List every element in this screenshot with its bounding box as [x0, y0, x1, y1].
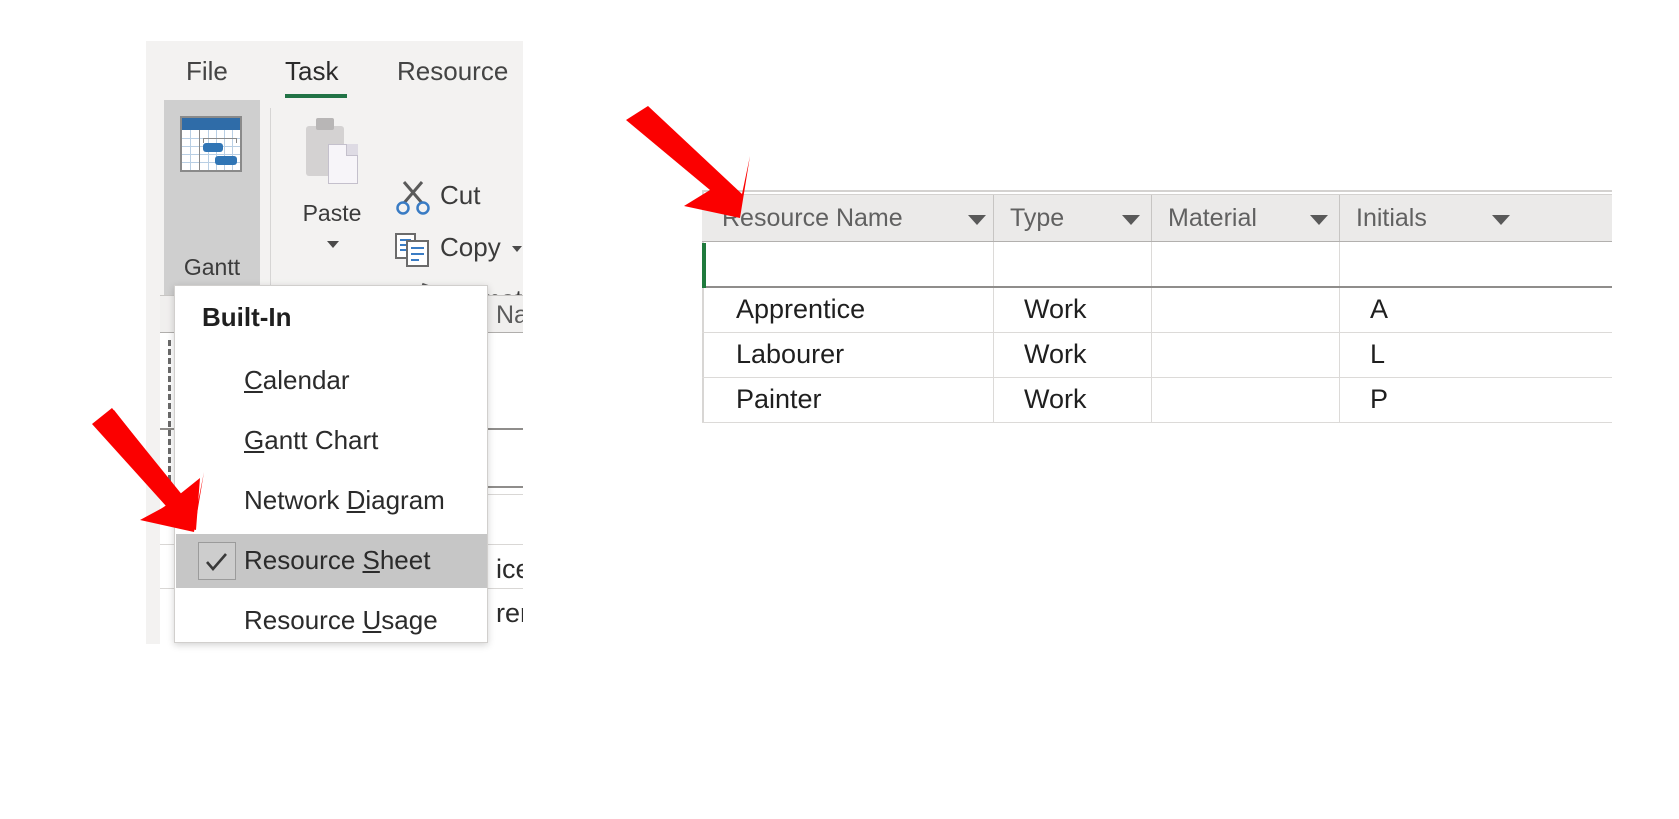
menu-item-label: Resource Sheet [244, 545, 430, 576]
column-header-type[interactable]: Type [994, 195, 1152, 241]
table-row[interactable]: Labourer Work L [702, 333, 1612, 377]
cell-type[interactable]: Work [994, 333, 1152, 377]
cell-text: Apprentice [736, 294, 866, 324]
table-row[interactable]: Apprentice Work A [702, 288, 1612, 332]
cell-material[interactable] [1152, 242, 1340, 286]
copy-label: Copy [440, 232, 501, 262]
cell-text: Painter [736, 384, 822, 414]
column-header-label: Initials [1356, 204, 1427, 232]
chevron-down-icon[interactable] [1310, 215, 1328, 225]
chevron-down-icon[interactable] [1492, 215, 1510, 225]
cell-resource-name[interactable]: Labourer [706, 333, 994, 377]
cell-resource-name[interactable] [706, 242, 994, 286]
gantt-chart-icon [180, 116, 242, 172]
menu-item-calendar[interactable]: Calendar [176, 354, 487, 408]
column-header-material[interactable]: Material [1152, 195, 1340, 241]
menu-item-text-pre: Resource [244, 605, 363, 635]
menu-item-label: Calendar [244, 365, 350, 396]
paste-label: Paste [302, 200, 362, 226]
gantt-button-label-line1: Gantt [183, 254, 241, 280]
cell-text: L [1370, 339, 1386, 369]
ribbon-group-divider [270, 108, 271, 308]
cell-resource-name[interactable]: Apprentice [706, 288, 994, 332]
tab-task[interactable]: Task [285, 55, 338, 87]
cell-initials[interactable]: A [1340, 288, 1612, 332]
cell-text: Work [1024, 294, 1087, 324]
menu-item-label: Network Diagram [244, 485, 445, 516]
column-header-label: Material [1168, 204, 1257, 232]
view-dropdown-menu[interactable]: Built-In Calendar Gantt Chart Network Di… [174, 285, 488, 643]
cell-initials[interactable]: L [1340, 333, 1612, 377]
cell-type[interactable]: Work [994, 288, 1152, 332]
menu-item-text: heet [379, 545, 431, 575]
background-sheet-column-header: Na [496, 301, 523, 329]
checkmark-icon [198, 542, 236, 580]
chevron-down-icon[interactable] [327, 241, 339, 248]
menu-item-text: sage [381, 605, 438, 635]
menu-item-text: alendar [262, 365, 350, 395]
chevron-down-icon[interactable] [1122, 215, 1140, 225]
menu-item-resource-usage[interactable]: Resource Usage [176, 594, 487, 642]
menu-section-header-built-in: Built-In [202, 302, 292, 332]
menu-item-accel: U [362, 605, 382, 635]
cell-type[interactable]: Work [994, 378, 1152, 422]
cell-material[interactable] [1152, 288, 1340, 332]
column-header-label: Type [1010, 204, 1065, 232]
menu-item-label: Resource Usage [244, 605, 438, 636]
tab-resource[interactable]: Resource [397, 55, 508, 87]
background-sheet-cell: rer [496, 598, 523, 628]
resource-sheet-table: Resource Name Type Material Initials App… [702, 190, 1612, 423]
menu-item-accel: D [346, 485, 366, 515]
cut-label: Cut [440, 180, 481, 210]
cell-text: Work [1024, 384, 1087, 414]
menu-item-accel: S [362, 545, 380, 575]
tab-file[interactable]: File [186, 55, 228, 87]
chevron-down-icon[interactable] [968, 215, 986, 225]
active-cell-indicator [702, 243, 706, 288]
grid-line [702, 422, 1612, 423]
menu-item-text: antt Chart [264, 425, 379, 455]
table-row[interactable]: Painter Work P [702, 378, 1612, 422]
cell-text: Work [1024, 339, 1087, 369]
menu-item-resource-sheet[interactable]: Resource Sheet [176, 534, 487, 588]
cell-type[interactable] [994, 242, 1152, 286]
menu-item-label: Gantt Chart [244, 425, 378, 456]
cell-text: A [1370, 294, 1389, 324]
cell-text: Labourer [736, 339, 845, 369]
menu-item-accel: G [244, 425, 265, 455]
menu-item-network-diagram[interactable]: Network Diagram [176, 474, 487, 528]
table-row[interactable] [702, 242, 1612, 286]
chevron-down-icon[interactable] [512, 246, 522, 252]
table-top-rule [702, 190, 1612, 192]
cell-resource-name[interactable]: Painter [706, 378, 994, 422]
menu-item-accel: C [244, 365, 263, 395]
background-sheet-cell: ice [496, 554, 523, 584]
arrow-to-resource-sheet-menu-item [92, 408, 204, 532]
menu-item-text: iagram [365, 485, 445, 515]
cell-initials[interactable] [1340, 242, 1612, 286]
menu-item-gantt-chart[interactable]: Gantt Chart [176, 414, 487, 468]
menu-item-text-pre: Network [244, 485, 347, 515]
clipboard-icon [302, 116, 362, 188]
arrow-to-resource-table [626, 106, 750, 218]
cell-material[interactable] [1152, 378, 1340, 422]
scissors-icon [394, 178, 432, 216]
cell-initials[interactable]: P [1340, 378, 1612, 422]
cell-material[interactable] [1152, 333, 1340, 377]
copy-pages-icon [394, 230, 432, 268]
column-header-initials[interactable]: Initials [1340, 195, 1612, 241]
ribbon-tab-bar: File Task Resource [146, 41, 523, 100]
table-header-row: Resource Name Type Material Initials [702, 194, 1612, 242]
cell-text: P [1370, 384, 1389, 414]
menu-item-text-pre: Resource [244, 545, 363, 575]
